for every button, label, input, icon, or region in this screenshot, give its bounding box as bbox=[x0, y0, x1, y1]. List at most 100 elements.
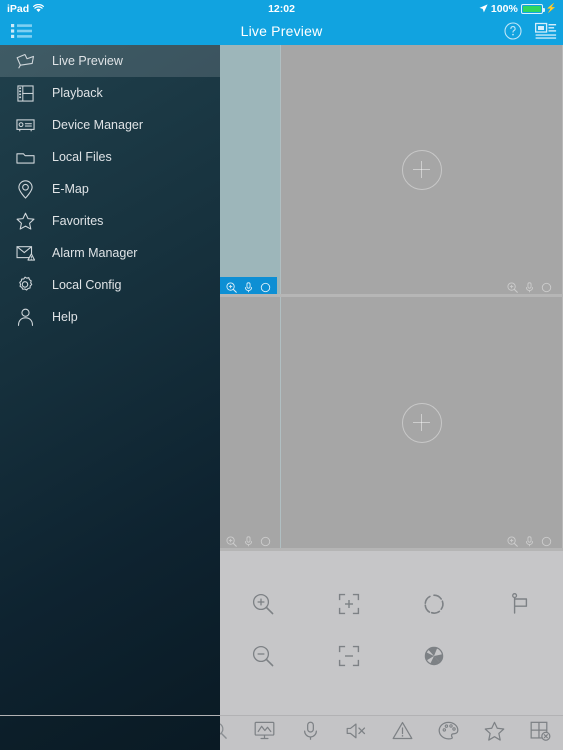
video-row bbox=[220, 297, 563, 548]
device-box-icon bbox=[14, 114, 36, 136]
microphone-icon[interactable] bbox=[524, 280, 535, 293]
film-strip-icon bbox=[14, 82, 36, 104]
sidebar-item-e-map[interactable]: E-Map bbox=[0, 173, 220, 205]
ptz-control-panel bbox=[220, 551, 563, 717]
star-icon bbox=[14, 210, 36, 232]
sidebar-item-device-manager[interactable]: Device Manager bbox=[0, 109, 220, 141]
monitor-wave-icon bbox=[254, 721, 275, 745]
ptz-iris-close-button[interactable] bbox=[392, 641, 478, 671]
sidebar-item-local-config[interactable]: Local Config bbox=[0, 269, 220, 301]
zoom-in-icon[interactable] bbox=[226, 534, 237, 547]
nav-right-actions bbox=[504, 22, 557, 40]
flag-icon bbox=[508, 592, 532, 616]
lightning-bolt-icon: ⚡ bbox=[545, 3, 557, 13]
help-circle-icon[interactable] bbox=[504, 22, 522, 40]
tab-bar-items bbox=[196, 716, 563, 750]
add-camera-placeholder[interactable] bbox=[401, 402, 442, 443]
focus-minus-icon bbox=[337, 644, 361, 668]
cell-toolbar bbox=[220, 531, 277, 548]
video-cell[interactable] bbox=[220, 297, 281, 548]
ptz-zoom-in-button[interactable] bbox=[220, 589, 306, 619]
cell-toolbar bbox=[501, 277, 558, 294]
star-icon bbox=[484, 721, 505, 746]
zoom-in-icon[interactable] bbox=[226, 280, 237, 293]
tab-talk[interactable] bbox=[294, 718, 328, 748]
ptz-focus-far-button[interactable] bbox=[306, 641, 392, 671]
microphone-icon[interactable] bbox=[243, 280, 254, 293]
record-circle-icon[interactable] bbox=[541, 280, 552, 293]
speaker-mute-icon bbox=[346, 722, 367, 745]
cell-toolbar bbox=[220, 277, 277, 294]
ptz-zoom-out-button[interactable] bbox=[220, 641, 306, 671]
microphone-icon bbox=[302, 721, 319, 746]
camera-icon bbox=[14, 50, 36, 72]
sidebar-item-label: Local Files bbox=[52, 150, 112, 164]
video-cell[interactable] bbox=[281, 45, 563, 294]
magnifier-minus-icon bbox=[251, 644, 275, 668]
cell-toolbar bbox=[501, 531, 558, 548]
tab-image[interactable] bbox=[431, 718, 465, 748]
sidebar-item-label: Device Manager bbox=[52, 118, 144, 132]
iris-open-icon bbox=[422, 592, 446, 616]
sidebar-item-alarm-manager[interactable]: Alarm Manager bbox=[0, 237, 220, 269]
sidebar-item-local-files[interactable]: Local Files bbox=[0, 141, 220, 173]
sidebar-item-label: Playback bbox=[52, 86, 103, 100]
ptz-focus-near-button[interactable] bbox=[306, 589, 392, 619]
sidebar-item-label: Alarm Manager bbox=[52, 246, 138, 260]
battery-percent-label: 100% bbox=[490, 2, 518, 15]
warning-triangle-icon bbox=[392, 721, 413, 745]
sidebar-item-label: Help bbox=[52, 310, 78, 324]
iris-close-icon bbox=[422, 644, 446, 668]
status-bar: iPad 12:02 100% ⚡ bbox=[0, 0, 563, 17]
list-menu-icon[interactable] bbox=[9, 20, 35, 42]
status-right: 100% ⚡ bbox=[479, 3, 557, 15]
nav-bar: Live Preview bbox=[0, 17, 563, 45]
add-camera-placeholder[interactable] bbox=[401, 149, 442, 190]
device-list-icon[interactable] bbox=[535, 22, 557, 40]
ptz-iris-open-button[interactable] bbox=[392, 589, 478, 619]
sidebar-item-live-preview[interactable]: Live Preview bbox=[0, 45, 220, 77]
video-cell[interactable] bbox=[281, 297, 563, 548]
record-circle-icon[interactable] bbox=[541, 534, 552, 547]
sidebar-item-favorites[interactable]: Favorites bbox=[0, 205, 220, 237]
ptz-button-grid bbox=[220, 551, 563, 671]
microphone-icon[interactable] bbox=[524, 534, 535, 547]
tab-close-all[interactable] bbox=[523, 718, 557, 748]
focus-plus-icon bbox=[337, 592, 361, 616]
record-circle-icon[interactable] bbox=[260, 534, 271, 547]
person-icon bbox=[14, 306, 36, 328]
tab-alarm[interactable] bbox=[385, 718, 419, 748]
zoom-in-icon[interactable] bbox=[507, 280, 518, 293]
sidebar-item-playback[interactable]: Playback bbox=[0, 77, 220, 109]
tab-stream[interactable] bbox=[248, 718, 282, 748]
palette-icon bbox=[438, 721, 459, 745]
battery-full-icon bbox=[520, 3, 545, 14]
tab-bar-sidebar-overlay bbox=[0, 716, 220, 750]
location-arrow-icon bbox=[479, 4, 488, 13]
video-row bbox=[220, 45, 563, 294]
sidebar-item-label: E-Map bbox=[52, 182, 89, 196]
sidebar-item-label: Local Config bbox=[52, 278, 122, 292]
video-cell[interactable] bbox=[220, 45, 281, 294]
zoom-in-icon[interactable] bbox=[507, 534, 518, 547]
grid-close-icon bbox=[530, 721, 551, 746]
sidebar-item-label: Favorites bbox=[52, 214, 104, 228]
sidebar-item-label: Live Preview bbox=[52, 54, 123, 68]
map-pin-icon bbox=[14, 178, 36, 200]
tab-favorite[interactable] bbox=[477, 718, 511, 748]
microphone-icon[interactable] bbox=[243, 534, 254, 547]
magnifier-plus-icon bbox=[251, 592, 275, 616]
bottom-tab-bar bbox=[0, 715, 563, 750]
sidebar-item-help[interactable]: Help bbox=[0, 301, 220, 333]
ptz-empty-slot bbox=[477, 641, 563, 671]
tab-audio[interactable] bbox=[340, 718, 374, 748]
sidebar-menu: Live Preview Playback Device Manager Loc… bbox=[0, 45, 220, 333]
alarm-mail-icon bbox=[14, 242, 36, 264]
gear-icon bbox=[14, 274, 36, 296]
folder-icon bbox=[14, 146, 36, 168]
sidebar-drawer: Live Preview Playback Device Manager Loc… bbox=[0, 45, 220, 750]
record-circle-icon[interactable] bbox=[260, 280, 271, 293]
app-root: iPad 12:02 100% ⚡ Live Preview Live Prev… bbox=[0, 0, 563, 750]
ptz-preset-button[interactable] bbox=[477, 589, 563, 619]
page-title: Live Preview bbox=[240, 23, 323, 39]
